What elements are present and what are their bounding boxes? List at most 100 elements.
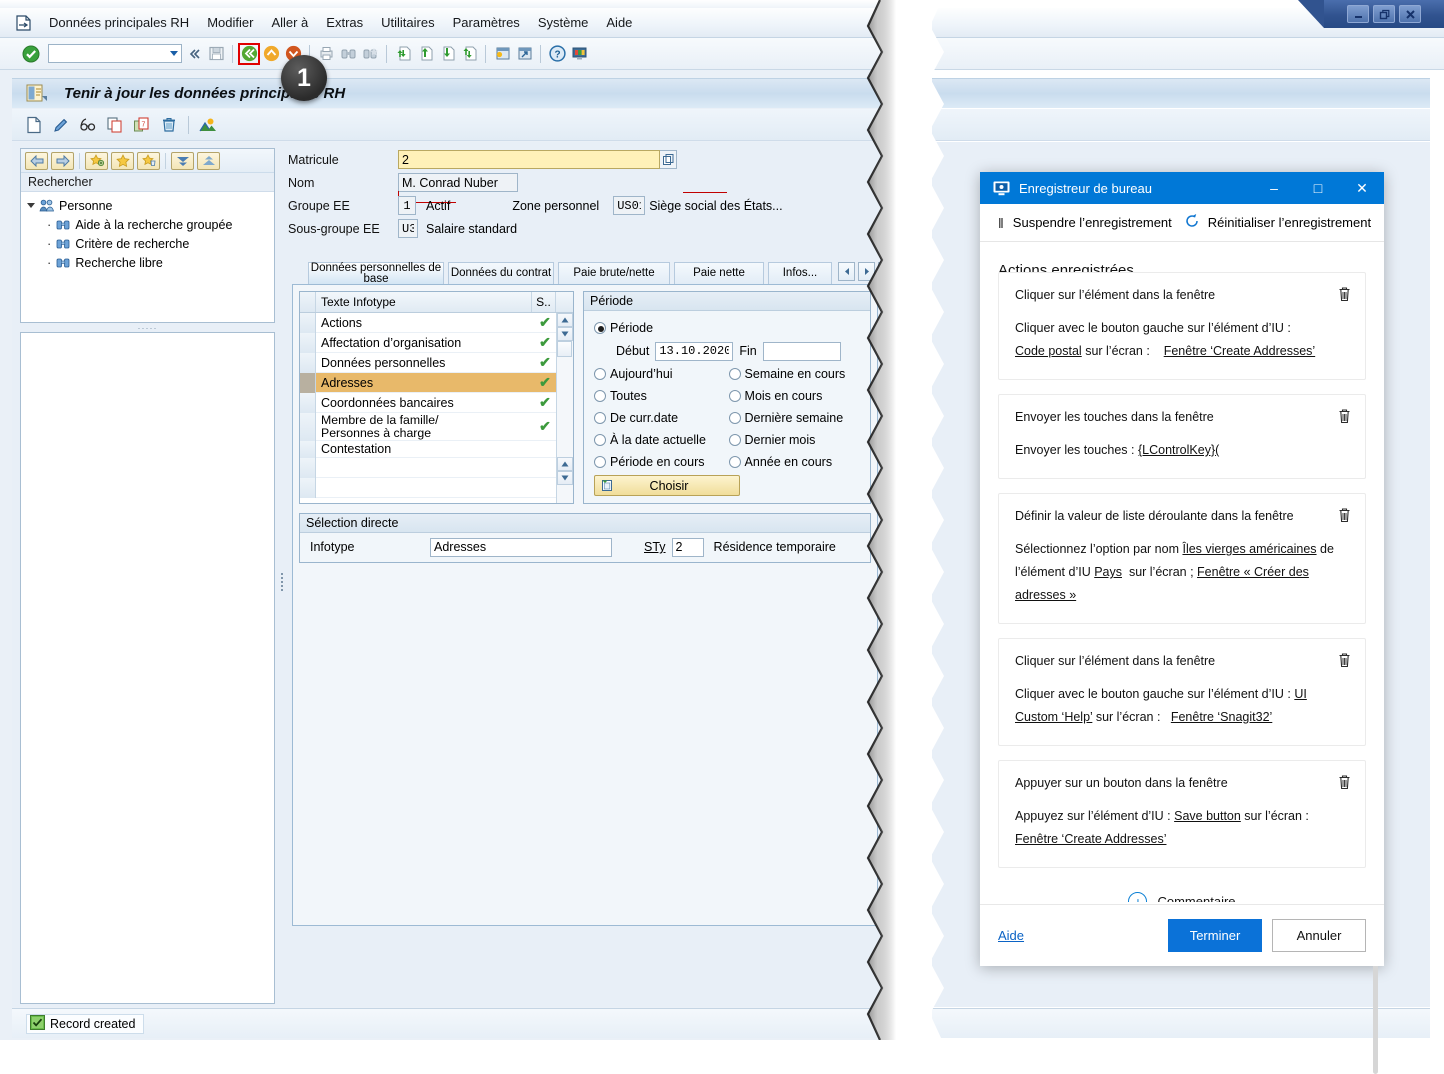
terminer-button[interactable]: Terminer	[1168, 919, 1262, 952]
radio-toutes[interactable]: Toutes	[594, 385, 723, 407]
gallery-icon[interactable]	[196, 114, 220, 136]
trash-icon[interactable]	[1335, 285, 1353, 303]
table-row[interactable]: Coordonnées bancaires ✔	[300, 392, 556, 413]
action-target-link[interactable]: Code postal	[1015, 344, 1082, 358]
menu-item-extras[interactable]: Extras	[317, 13, 372, 32]
radio-dernier-mois[interactable]: Dernier mois	[728, 429, 862, 451]
action-option-link[interactable]: Îles vierges américaines	[1182, 542, 1316, 556]
table-row-selected[interactable]: Adresses ✔	[300, 372, 556, 393]
sty-input[interactable]	[671, 537, 704, 557]
chevron-down-icon[interactable]	[170, 51, 178, 56]
tab-paie-nette[interactable]: Paie nette	[674, 262, 764, 284]
last-page-icon[interactable]	[459, 44, 479, 64]
enter-ok-icon[interactable]	[22, 45, 40, 63]
row-selector[interactable]	[300, 372, 316, 393]
scroll-up-icon[interactable]	[557, 313, 573, 327]
menu-item-systeme[interactable]: Système	[529, 13, 598, 32]
radio-icon[interactable]	[728, 434, 741, 446]
radio-derniere-semaine[interactable]: Dernière semaine	[728, 407, 862, 429]
command-input[interactable]	[49, 46, 161, 61]
recorded-action-card[interactable]: Cliquer sur l’élément dans la fenêtre Cl…	[998, 638, 1366, 746]
scroll-thumb[interactable]	[557, 341, 572, 357]
menu-item-aller-a[interactable]: Aller à	[262, 13, 317, 32]
forward-arrow-icon[interactable]	[51, 151, 74, 170]
menu-item-parametres[interactable]: Paramètres	[444, 13, 529, 32]
action-target-link[interactable]: Pays	[1094, 565, 1122, 579]
radio-icon[interactable]	[594, 322, 606, 334]
tree-item-recherche-libre[interactable]: · Recherche libre	[27, 253, 274, 272]
row-selector[interactable]	[300, 312, 316, 333]
radio-a-la-date-actuelle[interactable]: À la date actuelle	[594, 429, 723, 451]
help-icon[interactable]: ?	[547, 44, 567, 64]
radio-icon[interactable]	[594, 390, 606, 402]
reset-recording-button[interactable]: Réinitialiser l’enregistrement	[1184, 213, 1371, 232]
row-selector[interactable]	[300, 440, 316, 458]
radio-icon[interactable]	[594, 434, 606, 446]
recorded-action-card[interactable]: Appuyer sur un bouton dans la fenêtre Ap…	[998, 760, 1366, 868]
back-arrow-icon[interactable]	[25, 151, 48, 170]
recorded-actions-scroll-area[interactable]: Cliquer sur l’élément dans la fenêtre Cl…	[980, 272, 1384, 902]
recorded-action-card[interactable]: Envoyer les touches dans la fenêtre Envo…	[998, 394, 1366, 479]
action-window-link[interactable]: Fenêtre ‘Snagit32’	[1171, 710, 1272, 724]
chevron-down-icon[interactable]	[27, 203, 35, 208]
row-selector[interactable]	[300, 412, 316, 441]
radio-aujourdhui[interactable]: Aujourd’hui	[594, 363, 723, 385]
find-next-icon[interactable]	[360, 44, 380, 64]
infotype-input[interactable]	[430, 537, 612, 557]
close-icon[interactable]	[1399, 5, 1421, 23]
recorder-scrollbar-thumb[interactable]	[1373, 952, 1378, 1074]
minimize-icon[interactable]	[1347, 5, 1369, 23]
collapse-all-icon[interactable]	[197, 151, 220, 170]
tab-scroll-left-icon[interactable]	[838, 262, 855, 281]
tab-donnees-personnelles-de-base[interactable]: Données personnelles de base	[308, 262, 444, 284]
action-target-link-cont[interactable]: Custom ‘Help’	[1015, 710, 1092, 724]
recorded-action-card[interactable]: Cliquer sur l’élément dans la fenêtre Cl…	[998, 272, 1366, 380]
radio-icon[interactable]	[594, 412, 606, 424]
row-selector[interactable]	[300, 457, 316, 478]
system-menu-icon[interactable]	[10, 13, 36, 33]
collapse-toolbar-icon[interactable]	[184, 44, 204, 64]
radio-icon[interactable]	[728, 390, 741, 402]
delete-trash-icon[interactable]	[157, 114, 181, 136]
tree-item-aide-recherche-groupee[interactable]: · Aide à la recherche groupée	[27, 215, 274, 234]
page-down-icon[interactable]	[557, 471, 573, 485]
row-selector[interactable]	[300, 392, 316, 413]
table-row[interactable]: Membre de la famille/ Personnes à charge…	[300, 412, 556, 441]
find-icon[interactable]	[338, 44, 358, 64]
action-target-link[interactable]: UI	[1294, 687, 1307, 701]
restore-icon[interactable]	[1373, 5, 1395, 23]
new-session-icon[interactable]	[492, 44, 512, 64]
annuler-button[interactable]: Annuler	[1272, 919, 1366, 952]
copy-icon[interactable]	[103, 114, 127, 136]
expand-all-icon[interactable]	[171, 151, 194, 170]
table-row[interactable]: Contestation	[300, 440, 556, 458]
add-favorite-icon[interactable]	[85, 151, 108, 170]
back-icon[interactable]	[238, 42, 260, 65]
menu-item-donnees-principales[interactable]: Données principales RH	[40, 13, 198, 32]
matricule-input[interactable]	[398, 150, 660, 169]
select-all-cell[interactable]	[300, 292, 316, 312]
help-link[interactable]: Aide	[998, 928, 1024, 943]
table-row[interactable]: Affectation d’organisation ✔	[300, 332, 556, 353]
command-field[interactable]	[48, 44, 182, 63]
menu-item-aide[interactable]: Aide	[597, 13, 641, 32]
radio-de-curr-date[interactable]: De curr.date	[594, 407, 723, 429]
table-row[interactable]: Données personnelles ✔	[300, 352, 556, 373]
new-document-icon[interactable]	[22, 114, 46, 136]
tab-infos[interactable]: Infos...	[768, 262, 832, 284]
exit-icon[interactable]	[261, 44, 281, 64]
recorded-action-card[interactable]: Définir la valeur de liste déroulante da…	[998, 493, 1366, 624]
tab-donnees-du-contrat[interactable]: Données du contrat	[448, 262, 554, 284]
row-selector[interactable]	[300, 477, 316, 498]
recorder-close-button[interactable]: ✕	[1340, 172, 1384, 204]
display-glasses-icon[interactable]	[76, 114, 100, 136]
customize-icon[interactable]	[569, 44, 589, 64]
radio-icon[interactable]	[728, 412, 741, 424]
favorite-icon[interactable]	[111, 151, 134, 170]
previous-page-icon[interactable]	[415, 44, 435, 64]
radio-icon[interactable]	[594, 368, 606, 380]
radio-icon[interactable]	[728, 368, 741, 380]
radio-semaine-en-cours[interactable]: Semaine en cours	[728, 363, 862, 385]
tree-node-personne[interactable]: Personne	[27, 196, 274, 215]
delete-favorite-icon[interactable]	[137, 151, 160, 170]
